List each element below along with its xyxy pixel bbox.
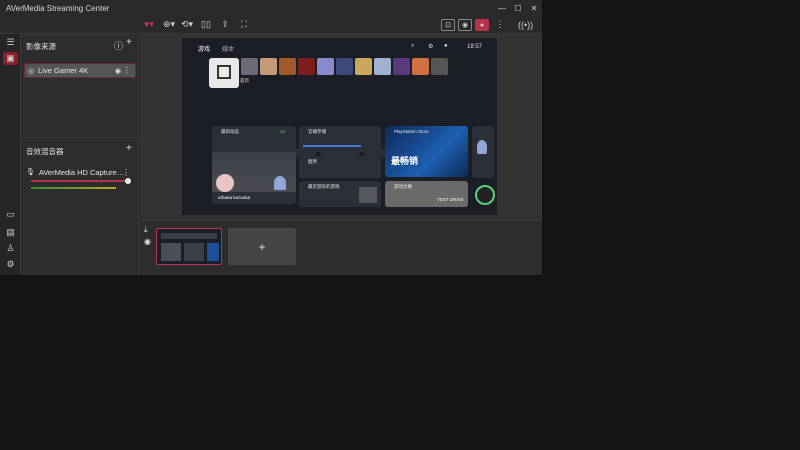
- hamburger-menu-icon[interactable]: ☰: [3, 36, 18, 49]
- deals-card: 游戏优惠 TEST DRIVE: [385, 181, 468, 207]
- game-thumbnail: [359, 187, 377, 203]
- export-icon[interactable]: ⇧: [218, 17, 232, 32]
- settings-gear-icon[interactable]: ⚙: [3, 258, 18, 271]
- thumb-row: [161, 233, 217, 239]
- audio-item-label: AVerMedia HD Capture…: [38, 167, 125, 177]
- add-scene-button[interactable]: +: [228, 228, 296, 265]
- minimize-button[interactable]: —: [494, 0, 510, 16]
- game-tile: [260, 58, 277, 75]
- search-icon: ⌕: [411, 43, 415, 49]
- home-label: 首页: [240, 78, 249, 83]
- camera-icon[interactable]: ◉: [458, 19, 472, 31]
- game-tile: [393, 58, 410, 75]
- source-item-live-gamer[interactable]: ◎ Live Gamer 4K ◉ ⋮: [24, 63, 136, 78]
- audio-mixer-header: 音效混音器: [26, 147, 64, 156]
- audio-item: 🎙 AVerMedia HD Capture… ⋮: [26, 166, 138, 178]
- window-title: AVerMedia Streaming Center: [6, 3, 110, 13]
- capture-preview[interactable]: 游戏 媒体 ⌕ ⚙ ● 18:57 首页 19%: [182, 38, 497, 215]
- source-more-icon[interactable]: ⋮: [123, 66, 131, 75]
- news-card: 趋势: [299, 156, 381, 178]
- tab-games: 游戏: [198, 47, 211, 53]
- storage-bar: [303, 145, 361, 147]
- scene-nav-icon[interactable]: ▭: [3, 208, 18, 221]
- title-bar: AVerMedia Streaming Center — ☐ ✕: [0, 0, 542, 16]
- ps-store-card: PlayStation Store 最畅销: [385, 126, 468, 177]
- game-tile: [279, 58, 296, 75]
- game-tile: [298, 58, 315, 75]
- thumb-block: [161, 243, 181, 261]
- store-icon: [217, 65, 231, 79]
- trophy-icon: [477, 140, 487, 154]
- webcam-icon: ◎: [28, 67, 35, 75]
- split-view-icon[interactable]: ▯▯: [199, 17, 213, 32]
- sources-panel: 影像来源 ⓘ + ◎ Live Gamer 4K ◉ ⋮ 音效混音器 + 🎙 A…: [21, 34, 139, 275]
- stream-icon[interactable]: ●: [475, 19, 489, 31]
- avatar: ●: [444, 43, 448, 49]
- close-button[interactable]: ✕: [526, 0, 542, 16]
- trophy-icon: [274, 176, 286, 190]
- microphone-icon: 🎙: [26, 169, 35, 176]
- window-controls: — ☐ ✕: [494, 0, 542, 16]
- sources-nav-icon[interactable]: ▣: [3, 52, 18, 65]
- activity-card: 最新动态 23 urbana kazaoka: [212, 126, 296, 204]
- volume-slider-handle[interactable]: [125, 178, 131, 184]
- add-audio-button[interactable]: +: [126, 143, 132, 154]
- fullscreen-icon[interactable]: ⛶: [237, 17, 251, 32]
- game-tile: [374, 58, 391, 75]
- document-icon[interactable]: ▤: [3, 226, 18, 239]
- scene-thumbnail[interactable]: [156, 228, 222, 265]
- clock: 18:57: [467, 44, 483, 50]
- broadcast-icon[interactable]: ((•)): [518, 17, 533, 32]
- add-source-button[interactable]: +: [126, 37, 132, 48]
- visibility-eye-icon[interactable]: ◉: [115, 67, 121, 75]
- game-tile: [355, 58, 372, 75]
- gear-icon: ⚙: [428, 44, 434, 50]
- info-icon[interactable]: ⓘ: [114, 39, 123, 52]
- sources-header: 影像来源: [26, 42, 56, 51]
- game-tile: [412, 58, 429, 75]
- audio-more-icon[interactable]: ⋮: [122, 168, 130, 177]
- game-tiles-row: [241, 58, 448, 76]
- rotate-icon[interactable]: ⟲▾: [180, 17, 194, 32]
- thumb-block: [207, 243, 219, 261]
- volume-slider[interactable]: [31, 180, 128, 182]
- zoom-icon[interactable]: ⊕▾: [162, 17, 176, 32]
- left-rail: ☰ ▣ ▭ ▤ ♙ ⚙: [0, 34, 21, 275]
- maximize-button[interactable]: ☐: [510, 0, 526, 16]
- capture-frame-icon[interactable]: ⊡: [441, 19, 455, 31]
- source-item-label: Live Gamer 4K: [38, 66, 89, 75]
- panel-divider: [21, 137, 139, 138]
- controller-icon: [475, 185, 495, 205]
- recently-played-card: 最近游玩的游戏: [299, 181, 381, 207]
- ps5-top-bar: 游戏 媒体 ⌕ ⚙ ● 18:57: [182, 38, 497, 56]
- avatar: [216, 174, 234, 192]
- trophy-side-card: [472, 126, 494, 178]
- cloud-storage-card: 云端存储: [299, 126, 381, 152]
- tab-media: 媒体: [222, 47, 235, 53]
- app-window: AVerMedia Streaming Center — ☐ ✕ ♥▾ ⊕▾ ⟲…: [0, 0, 542, 275]
- game-tile: [336, 58, 353, 75]
- thumb-block: [184, 243, 204, 261]
- home-tile: [209, 58, 239, 88]
- game-tile: [317, 58, 334, 75]
- game-tile: [241, 58, 258, 75]
- eye-icon[interactable]: ◉: [144, 237, 151, 246]
- audio-level-meter: [31, 187, 116, 189]
- toolbar: ♥▾ ⊕▾ ⟲▾ ▯▯ ⇧ ⛶ ⊡ ◉ ● ⋮ ((•)): [0, 16, 542, 34]
- more-menu-icon[interactable]: ⋮: [493, 17, 507, 32]
- record-source-icon[interactable]: ♥▾: [142, 17, 156, 32]
- user-icon[interactable]: ♙: [3, 242, 18, 255]
- download-icon[interactable]: ⤓: [144, 225, 148, 235]
- game-tile: [431, 58, 448, 75]
